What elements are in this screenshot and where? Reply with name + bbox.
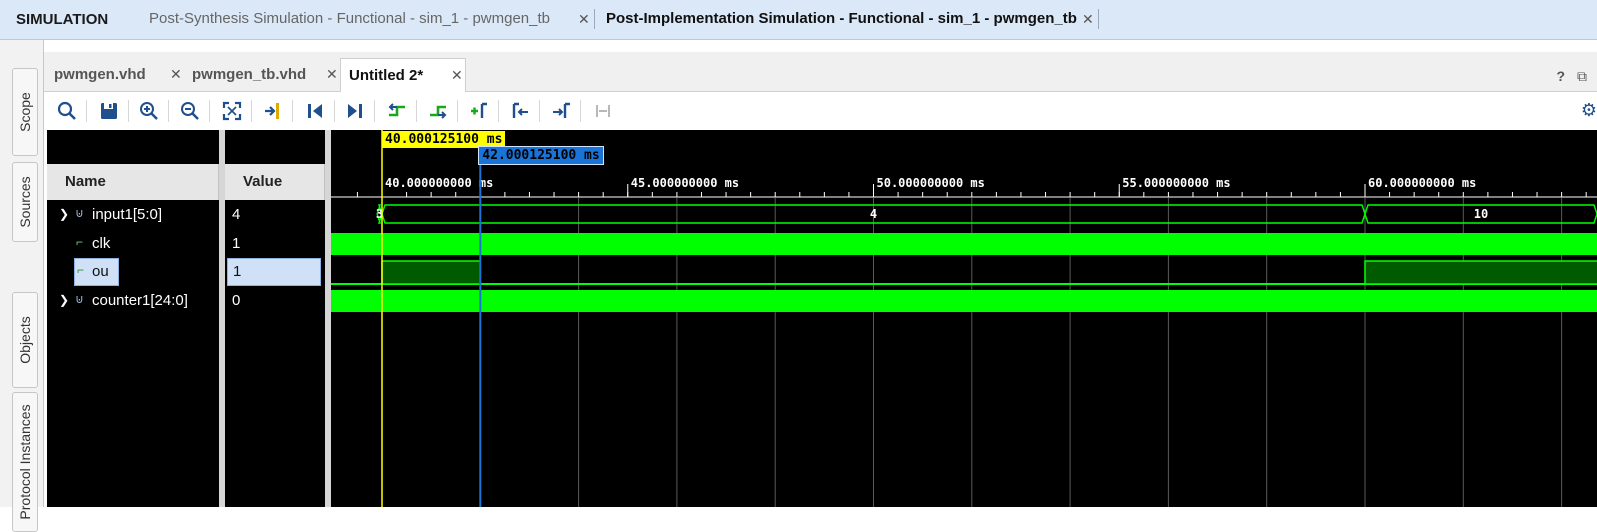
counter1-wave	[331, 290, 1597, 312]
zoom-in-icon[interactable]	[138, 100, 160, 122]
bus-value-label: 10	[1474, 207, 1488, 221]
bit-signal-icon: ⌐	[77, 263, 85, 277]
side-tab-label: Scope	[17, 92, 33, 132]
tab-pwmgen-tb-vhd[interactable]: pwmgen_tb.vhd ✕	[184, 58, 340, 92]
signal-name: clk	[92, 235, 111, 252]
expand-chevron-icon[interactable]: ❯	[59, 293, 69, 307]
save-icon[interactable]	[98, 100, 120, 122]
bus-signal-icon: ⊍	[75, 292, 84, 306]
time-tick-label: 55.000000000 ms	[1122, 176, 1230, 190]
close-icon[interactable]: ✕	[1082, 11, 1094, 28]
toolbar-divider	[251, 100, 252, 122]
expand-chevron-icon[interactable]: ❯	[59, 207, 69, 221]
name-column-header[interactable]: Name	[47, 164, 219, 200]
name-panel: Name ❯ ⊍ input1[5:0] ⌐ clk ⌐ ou ❯ ⊍ coun…	[47, 130, 219, 507]
signal-row-ou[interactable]: ⌐ ou	[74, 258, 119, 286]
settings-icon[interactable]: ⚙	[1581, 100, 1597, 121]
bus-signal-icon: ⊍	[75, 206, 84, 220]
close-icon[interactable]: ✕	[578, 11, 590, 28]
signal-name: input1[5:0]	[92, 206, 163, 223]
zoom-fit-icon[interactable]	[221, 100, 243, 122]
toolbar-divider	[457, 100, 458, 122]
previous-transition-icon[interactable]	[386, 100, 408, 122]
waveform-toolbar: ⚙	[44, 92, 1597, 130]
name-column-label: Name	[65, 173, 106, 190]
ou-high-pulse	[1364, 260, 1597, 285]
time-tick-label: 40.000000000 ms	[385, 176, 493, 190]
signal-row-input1[interactable]: ❯ ⊍ input1[5:0]	[47, 201, 219, 229]
time-tick-label: 45.000000000 ms	[631, 176, 739, 190]
side-tab-protocol-instances[interactable]: Protocol Instances	[12, 392, 38, 532]
signal-value: 1	[233, 263, 242, 280]
close-icon[interactable]: ✕	[451, 67, 463, 84]
previous-marker-icon[interactable]	[509, 100, 531, 122]
go-to-time-zero-icon[interactable]	[304, 100, 326, 122]
toolbar-divider	[416, 100, 417, 122]
left-side-panel: Scope Sources Objects Protocol Instances	[0, 40, 44, 532]
swap-cursors-icon[interactable]	[592, 100, 614, 122]
secondary-cursor-time[interactable]: 42.000125100 ms	[478, 146, 604, 165]
go-to-last-time-icon[interactable]	[344, 100, 366, 122]
simulation-header: SIMULATION Post-Synthesis Simulation - F…	[0, 0, 1597, 40]
side-tab-scope[interactable]: Scope	[12, 68, 38, 156]
toolbar-divider	[539, 100, 540, 122]
toolbar-divider	[498, 100, 499, 122]
tab-divider	[1098, 9, 1099, 29]
tab-post-synthesis[interactable]: Post-Synthesis Simulation - Functional -…	[149, 10, 550, 27]
restore-icon[interactable]: ⧉	[1577, 68, 1587, 84]
tab-pwmgen-vhd[interactable]: pwmgen.vhd ✕	[46, 58, 184, 92]
next-transition-icon[interactable]	[427, 100, 449, 122]
signal-value: 0	[232, 292, 241, 309]
toolbar-divider	[374, 100, 375, 122]
toolbar-divider	[580, 100, 581, 122]
close-icon[interactable]: ✕	[326, 66, 338, 83]
tab-untitled-2[interactable]: Untitled 2* ✕	[340, 58, 466, 92]
zoom-out-icon[interactable]	[179, 100, 201, 122]
signal-name: ou	[92, 263, 109, 280]
editor-tab-bar: pwmgen.vhd ✕ pwmgen_tb.vhd ✕ Untitled 2*…	[44, 52, 1597, 92]
signal-row-clk[interactable]: ⌐ clk	[47, 230, 219, 258]
go-to-cursor-icon[interactable]	[262, 100, 284, 122]
time-tick-label: 50.000000000 ms	[877, 176, 985, 190]
toolbar-divider	[292, 100, 293, 122]
tab-post-synthesis-label: Post-Synthesis Simulation - Functional -…	[149, 10, 551, 27]
waveform-viewer[interactable]: 40.000000000 ms 45.000000000 ms 50.0000000…	[331, 130, 1597, 507]
tab-label: pwmgen_tb.vhd	[192, 66, 307, 83]
bus-value-label: 4	[870, 207, 877, 221]
value-column-label: Value	[243, 173, 283, 190]
signal-value-selected[interactable]: 1	[227, 258, 321, 286]
toolbar-divider	[86, 100, 87, 122]
tab-divider	[594, 9, 595, 29]
bit-signal-icon: ⌐	[76, 235, 84, 249]
next-marker-icon[interactable]	[550, 100, 572, 122]
tab-post-implementation-label: Post-Implementation Simulation - Functio…	[606, 10, 1077, 27]
help-icon[interactable]: ?	[1557, 68, 1566, 84]
toolbar-divider	[334, 100, 335, 122]
signal-value: 4	[232, 206, 241, 223]
signal-name: counter1[24:0]	[92, 292, 188, 309]
clk-wave	[331, 233, 1597, 255]
side-tab-objects[interactable]: Objects	[12, 292, 38, 388]
search-icon[interactable]	[56, 100, 78, 122]
side-tab-sources[interactable]: Sources	[12, 162, 38, 242]
tab-post-implementation[interactable]: Post-Implementation Simulation - Functio…	[606, 10, 1077, 27]
add-marker-icon[interactable]	[468, 100, 490, 122]
toolbar-divider	[209, 100, 210, 122]
side-tab-label: Objects	[17, 316, 33, 364]
tab-label: Untitled 2*	[349, 67, 424, 84]
close-icon[interactable]: ✕	[170, 66, 182, 83]
section-label: SIMULATION	[16, 11, 109, 28]
window-controls: ? ⧉	[1557, 68, 1587, 85]
signal-row-counter1[interactable]: ❯ ⊍ counter1[24:0]	[47, 287, 219, 315]
side-tab-label: Protocol Instances	[17, 404, 33, 520]
time-tick-label: 60.000000000 ms	[1368, 176, 1476, 190]
toolbar-divider	[168, 100, 169, 122]
tab-label: pwmgen.vhd	[54, 66, 146, 83]
value-column-header[interactable]: Value	[225, 164, 325, 200]
side-tab-label: Sources	[17, 176, 33, 228]
toolbar-divider	[128, 100, 129, 122]
value-panel: Value 4 1 1 0	[225, 130, 325, 507]
ou-high-pulse	[381, 260, 482, 285]
